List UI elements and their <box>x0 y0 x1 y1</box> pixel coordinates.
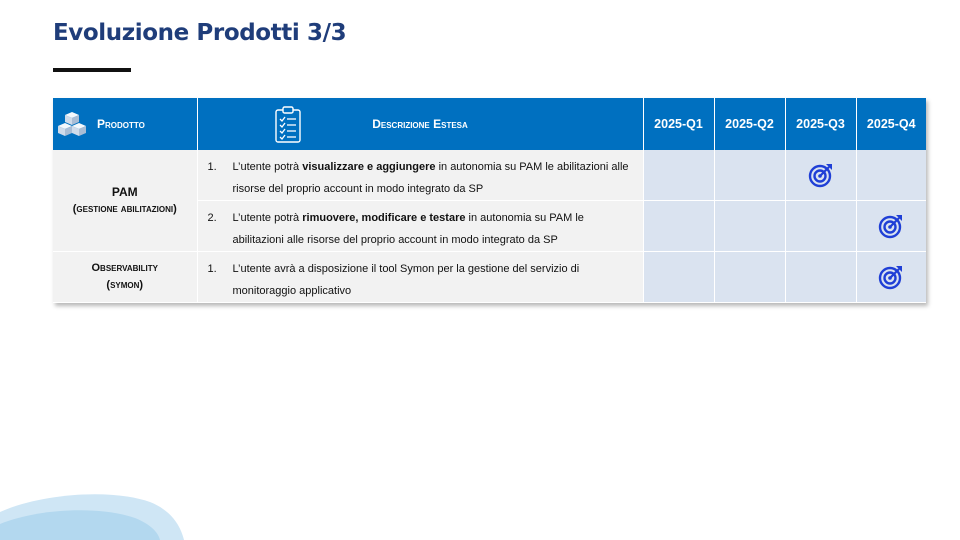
roadmap-table-container: Prodotto Descrizione Estesa 2025-Q1 2025… <box>53 98 926 303</box>
roadmap-table: Prodotto Descrizione Estesa 2025-Q1 2025… <box>53 98 926 303</box>
header-description: Descrizione Estesa <box>197 98 644 150</box>
quarter-cell-q4 <box>856 251 926 303</box>
header-description-label: Descrizione Estesa <box>372 117 468 131</box>
product-cell-observability: Observability (symon) <box>53 251 198 303</box>
quarter-cell-q4 <box>856 200 926 252</box>
item-number: 2. <box>207 212 217 224</box>
quarter-cell-q2 <box>714 200 786 252</box>
title-underline <box>53 68 131 72</box>
item-number: 1. <box>207 161 217 173</box>
quarter-cell-q1 <box>643 150 715 201</box>
item-description: L’utente avrà a disposizione il tool Sym… <box>232 263 580 297</box>
product-subtitle: (gestione abilitazioni) <box>72 202 177 215</box>
quarter-cell-q1 <box>643 251 715 303</box>
cubes-icon <box>58 112 86 136</box>
quarter-cell-q1 <box>643 200 715 252</box>
target-icon <box>879 266 903 290</box>
slide-title: Evoluzione Prodotti 3/3 <box>53 20 347 46</box>
header-quarter-q3: 2025-Q3 <box>785 98 857 150</box>
header-quarter-q4: 2025-Q4 <box>856 98 926 150</box>
item-number: 1. <box>207 263 217 275</box>
quarter-cell-q3 <box>785 200 857 252</box>
header-quarter-q1: 2025-Q1 <box>643 98 715 150</box>
product-name: PAM <box>111 184 138 199</box>
item-description: L’utente potrà rimuovere, modificare e t… <box>232 212 584 246</box>
header-product: Prodotto <box>53 98 198 150</box>
product-subtitle: (symon) <box>106 279 144 291</box>
decorative-wave <box>0 494 184 540</box>
product-name: Observability <box>91 262 159 274</box>
description-cell: 1. L’utente potrà visualizzare e aggiung… <box>197 150 644 201</box>
quarter-cell-q2 <box>714 150 786 201</box>
table-header-row: Prodotto Descrizione Estesa 2025-Q1 2025… <box>53 98 926 150</box>
quarter-cell-q3 <box>785 150 857 201</box>
target-icon <box>879 215 903 239</box>
table-row: PAM (gestione abilitazioni) 1. L’utente … <box>53 150 926 252</box>
header-quarter-q2: 2025-Q2 <box>714 98 786 150</box>
table-row: Observability (symon) 1. L’utente avrà a… <box>53 251 926 303</box>
target-icon <box>808 164 832 188</box>
quarter-cell-q4 <box>856 150 926 201</box>
header-product-label: Prodotto <box>97 117 145 131</box>
item-description: L’utente potrà visualizzare e aggiungere… <box>232 161 629 195</box>
product-cell-pam: PAM (gestione abilitazioni) <box>53 150 198 252</box>
description-cell: 1. L’utente avrà a disposizione il tool … <box>197 251 644 303</box>
quarter-cell-q3 <box>785 251 857 303</box>
quarter-cell-q2 <box>714 251 786 303</box>
description-cell: 2. L’utente potrà rimuovere, modificare … <box>197 200 644 252</box>
